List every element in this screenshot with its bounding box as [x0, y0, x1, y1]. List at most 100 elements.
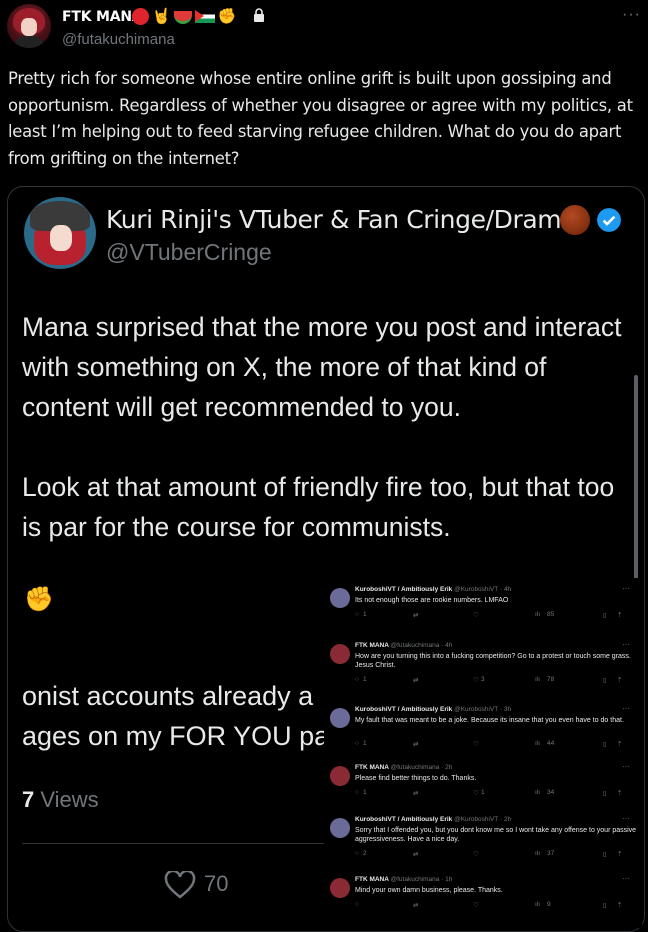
- views-count: 34: [547, 789, 555, 796]
- views-number: 7: [22, 787, 35, 812]
- handle[interactable]: @futakuchimana: [62, 31, 175, 48]
- quoted-text: Mana surprised that the more you post an…: [22, 307, 632, 547]
- reply-count: 2: [363, 850, 367, 857]
- more-options-button[interactable]: ···: [622, 814, 630, 823]
- tweet-text: Pretty rich for someone whose entire onl…: [8, 69, 633, 168]
- reply-meta: @KuroboshiVT · 4h: [454, 586, 512, 593]
- quoted-fragment-2: ages on my FOR YOU pa: [22, 721, 330, 751]
- quoted-paragraph-2: Look at that amount of friendly fire too…: [22, 472, 615, 542]
- bookmark-icon[interactable]: ▯: [603, 740, 607, 748]
- share-icon[interactable]: ⇡: [617, 676, 622, 684]
- quoted-display-name: Kuri Rinji's VTuber & Fan Cringe/Drama: [106, 205, 577, 234]
- retweet-icon[interactable]: ⇄: [413, 676, 418, 684]
- heart-icon[interactable]: ♡: [473, 611, 479, 619]
- watermelon-icon: [173, 11, 192, 24]
- more-options-button[interactable]: ···: [622, 762, 630, 771]
- reply-name-suffix: / Ambitiously Erik: [397, 706, 453, 713]
- reply-meta: @futakuchimana · 4h: [390, 642, 453, 649]
- heart-icon[interactable]: ♡: [473, 850, 479, 858]
- retweet-icon[interactable]: ⇄: [413, 611, 418, 619]
- reply-name-suffix: / Ambitiously Erik: [397, 816, 453, 823]
- more-options-button[interactable]: ···: [622, 584, 630, 593]
- reply-actions: ○ 2 ⇄ ♡ ılı 37 ▯ ⇡: [355, 850, 637, 860]
- reply-author: KuroboshiVT / Ambitiously Erik @Kurobosh…: [355, 586, 511, 593]
- red-circle-icon: [132, 7, 149, 25]
- reply-text: Its not enough those are rookie numbers.…: [355, 597, 509, 604]
- reply-icon[interactable]: ○: [355, 740, 359, 747]
- reply-actions: ○ 1 ⇄ ♡ 1 ılı 34 ▯ ⇡: [355, 789, 637, 799]
- more-options-button[interactable]: ···: [622, 6, 641, 24]
- views-count: 7 Views: [22, 787, 99, 813]
- like-count: 3: [481, 676, 485, 683]
- reply-icon[interactable]: ○: [355, 789, 359, 796]
- reply-name: FTK MANA: [355, 876, 389, 883]
- palestine-flag-icon: [194, 9, 215, 23]
- views-icon: ılı: [535, 611, 541, 618]
- reply-icon[interactable]: ○: [355, 611, 359, 618]
- bookmark-icon[interactable]: ▯: [603, 901, 607, 909]
- quoted-avatar: [24, 197, 96, 269]
- more-options-button[interactable]: ···: [622, 874, 630, 883]
- views-count: 44: [547, 740, 555, 747]
- quoted-paragraph-1: Mana surprised that the more you post an…: [22, 312, 622, 422]
- views-icon: ılı: [535, 789, 541, 796]
- heart-icon[interactable]: ♡: [473, 740, 479, 748]
- reply-icon[interactable]: ○: [355, 850, 359, 857]
- avatar: [330, 644, 350, 664]
- avatar: [330, 708, 350, 728]
- share-icon[interactable]: ⇡: [617, 789, 622, 797]
- retweet-icon[interactable]: ⇄: [413, 901, 418, 909]
- views-count: 9: [547, 901, 551, 908]
- reply-actions: ○ 1 ⇄ ♡ 3 ılı 78 ▯ ⇡: [355, 676, 637, 686]
- share-icon[interactable]: ⇡: [617, 740, 622, 748]
- replies-screenshot: KuroboshiVT / Ambitiously Erik @Kurobosh…: [324, 578, 642, 928]
- reply-actions: ○ 1 ⇄ ♡ ılı 44 ▯ ⇡: [355, 740, 637, 750]
- reply-actions: ○ ⇄ ♡ ılı 9 ▯ ⇡: [355, 901, 637, 911]
- avatar: [330, 766, 350, 786]
- like-count: 1: [481, 789, 485, 796]
- reply-name: FTK MANA: [355, 642, 389, 649]
- reply-author: FTK MANA @futakuchimana · 2h: [355, 764, 452, 771]
- reply-actions: ○ 1 ⇄ ♡ ılı 85 ▯ ⇡: [355, 611, 637, 621]
- share-icon[interactable]: ⇡: [617, 611, 622, 619]
- reply-text: Mind your own damn business, please. Tha…: [355, 887, 503, 894]
- avatar: [330, 818, 350, 838]
- heart-icon: [164, 871, 196, 899]
- bookmark-icon[interactable]: ▯: [603, 611, 607, 619]
- views-icon: ılı: [535, 676, 541, 683]
- reply-name: FTK MANA: [355, 764, 389, 771]
- share-icon[interactable]: ⇡: [617, 901, 622, 909]
- more-options-button[interactable]: ···: [622, 640, 630, 649]
- name-emojis: 🤘 ✊: [132, 6, 236, 26]
- views-label: Views: [40, 787, 99, 812]
- reply-meta: @futakuchimana · 1h: [390, 876, 453, 883]
- avatar[interactable]: [7, 4, 51, 48]
- reply-icon[interactable]: ○: [355, 676, 359, 683]
- heart-icon[interactable]: ♡: [473, 901, 479, 909]
- display-name[interactable]: FTK MANA: [62, 9, 143, 25]
- raised-fist-icon: ✊: [24, 586, 54, 613]
- reply-author: FTK MANA @futakuchimana · 4h: [355, 642, 452, 649]
- reply-count: 1: [363, 789, 367, 796]
- heart-icon[interactable]: ♡: [473, 676, 479, 684]
- reply-name: KuroboshiVT: [355, 706, 396, 713]
- retweet-icon[interactable]: ⇄: [413, 850, 418, 858]
- more-options-button[interactable]: ···: [622, 704, 630, 713]
- avatar: [330, 588, 350, 608]
- views-icon: ılı: [535, 740, 541, 747]
- reply-author: FTK MANA @futakuchimana · 1h: [355, 876, 452, 883]
- retweet-icon[interactable]: ⇄: [413, 789, 418, 797]
- tweet-header: FTK MANA 🤘 ✊ @futakuchimana ···: [0, 0, 648, 60]
- bookmark-icon[interactable]: ▯: [603, 850, 607, 858]
- retweet-icon[interactable]: ⇄: [413, 740, 418, 748]
- reply-author: KuroboshiVT / Ambitiously Erik @Kurobosh…: [355, 816, 511, 823]
- heart-icon[interactable]: ♡: [473, 789, 479, 797]
- views-count: 37: [547, 850, 555, 857]
- views-icon: ılı: [535, 850, 541, 857]
- bookmark-icon[interactable]: ▯: [603, 789, 607, 797]
- reply-icon[interactable]: ○: [355, 901, 359, 908]
- reply-text: My fault that was meant to be a joke. Be…: [355, 717, 624, 724]
- share-icon[interactable]: ⇡: [617, 850, 622, 858]
- bookmark-icon[interactable]: ▯: [603, 676, 607, 684]
- reply-name-suffix: / Ambitiously Erik: [397, 586, 453, 593]
